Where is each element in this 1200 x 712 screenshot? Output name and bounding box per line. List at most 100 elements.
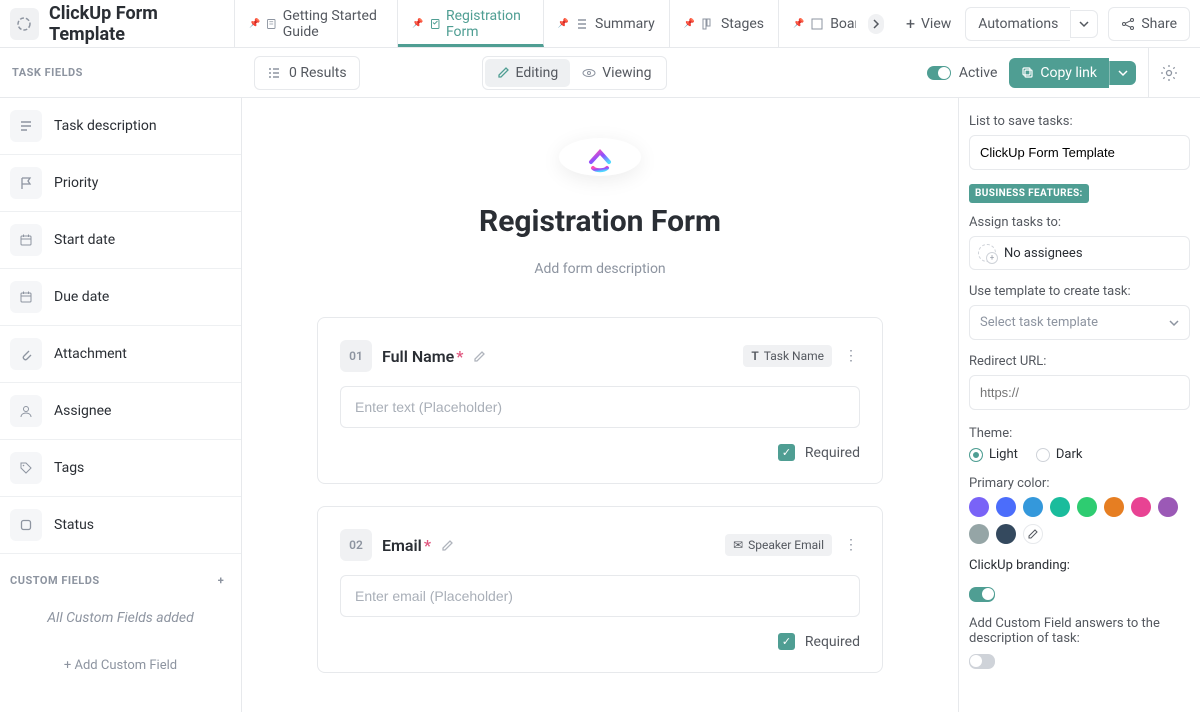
flag-icon (19, 176, 33, 190)
form-description[interactable]: Add form description (534, 261, 665, 277)
required-checkbox[interactable]: ✓ (778, 633, 795, 650)
automations-dropdown[interactable] (1070, 10, 1098, 38)
pencil-icon (473, 350, 486, 363)
list-icon (575, 17, 589, 31)
board-icon (701, 17, 715, 31)
field-due-date[interactable]: Due date (0, 269, 241, 326)
field-attachment[interactable]: Attachment (0, 326, 241, 383)
tab-registration-form[interactable]: 📌 Registration Form (398, 0, 544, 47)
calendar-icon (19, 290, 33, 304)
field-menu-button[interactable]: ⋮ (842, 537, 860, 553)
automations-button[interactable]: Automations (965, 7, 1070, 41)
plus-icon: + (906, 14, 915, 33)
field-number-badge: 01 (340, 340, 372, 372)
template-select[interactable]: Select task template (969, 305, 1190, 340)
theme-label: Theme: (969, 426, 1190, 441)
copy-icon (1021, 66, 1034, 79)
add-custom-field-button[interactable]: + Add Custom Field (0, 638, 241, 693)
field-label[interactable]: Full Name* (382, 347, 463, 366)
field-label[interactable]: Email* (382, 536, 431, 555)
task-fields-header: TASK FIELDS (12, 66, 242, 79)
field-placeholder-input[interactable] (340, 386, 860, 428)
primary-color-label: Primary color: (969, 476, 1190, 491)
tag-icon (19, 461, 33, 475)
form-title[interactable]: Registration Form (479, 204, 721, 239)
clickup-icon (16, 16, 32, 32)
color-swatch[interactable] (996, 497, 1016, 517)
color-swatch[interactable] (1077, 497, 1097, 517)
pencil-icon (441, 539, 454, 552)
pin-icon: 📌 (793, 19, 804, 29)
share-button[interactable]: Share (1108, 7, 1190, 41)
add-custom-field-plus[interactable]: + (211, 570, 231, 590)
form-field-card[interactable]: 01 Full Name* TTask Name ⋮ ✓ Required (317, 317, 883, 484)
paperclip-icon (19, 347, 33, 361)
gear-icon[interactable] (1160, 64, 1178, 82)
assignee-selector[interactable]: No assignees (969, 236, 1190, 270)
edit-label-button[interactable] (441, 539, 454, 552)
pin-icon: 📌 (558, 19, 569, 29)
active-toggle[interactable] (927, 66, 951, 80)
business-features-badge: BUSINESS FEATURES: (969, 184, 1089, 203)
field-assignee[interactable]: Assignee (0, 383, 241, 440)
active-label: Active (959, 65, 998, 81)
custom-fields-empty: All Custom Fields added (0, 598, 241, 638)
form-logo[interactable] (559, 138, 641, 176)
results-pill[interactable]: 0 Results (254, 56, 360, 90)
calendar-icon (19, 233, 33, 247)
theme-light-option[interactable]: Light (969, 447, 1018, 462)
doc-icon (266, 17, 277, 31)
field-placeholder-input[interactable] (340, 575, 860, 617)
editing-mode-button[interactable]: Editing (485, 59, 571, 87)
color-swatch[interactable] (969, 497, 989, 517)
eyedropper-icon (1027, 528, 1039, 540)
color-swatches (969, 497, 1190, 544)
chevron-right-icon (871, 19, 881, 29)
redirect-label: Redirect URL: (969, 354, 1190, 369)
redirect-url-input[interactable] (969, 375, 1190, 410)
field-menu-button[interactable]: ⋮ (842, 348, 860, 364)
tab-getting-started[interactable]: 📌 Getting Started Guide (234, 0, 398, 47)
color-swatch[interactable] (969, 524, 989, 544)
viewing-mode-button[interactable]: Viewing (570, 59, 663, 87)
list-icon (267, 66, 281, 80)
copy-link-dropdown[interactable] (1109, 61, 1136, 85)
cf-answers-toggle[interactable] (969, 654, 995, 669)
field-task-description[interactable]: Task description (0, 98, 241, 155)
tab-stages[interactable]: 📌 Stages (670, 0, 779, 47)
required-label: Required (805, 634, 860, 650)
color-swatch[interactable] (1131, 497, 1151, 517)
field-type-badge: ✉Speaker Email (725, 534, 832, 556)
color-swatch[interactable] (996, 524, 1016, 544)
copy-link-button[interactable]: Copy link (1009, 58, 1109, 88)
color-picker-button[interactable] (1023, 524, 1043, 544)
pin-icon: 📌 (249, 19, 260, 29)
color-swatch[interactable] (1050, 497, 1070, 517)
branding-toggle[interactable] (969, 587, 995, 602)
custom-fields-header: CUSTOM FIELDS (10, 574, 100, 587)
workspace-logo (10, 8, 39, 40)
pin-icon: 📌 (684, 19, 695, 29)
add-view-button[interactable]: + View (892, 14, 965, 33)
edit-label-button[interactable] (473, 350, 486, 363)
field-tags[interactable]: Tags (0, 440, 241, 497)
list-save-input[interactable] (969, 135, 1190, 170)
chevron-down-icon (1118, 68, 1128, 78)
tab-summary[interactable]: 📌 Summary (544, 0, 670, 47)
template-label: Use template to create task: (969, 284, 1190, 299)
field-type-badge: TTask Name (743, 345, 832, 367)
color-swatch[interactable] (1023, 497, 1043, 517)
field-status[interactable]: Status (0, 497, 241, 554)
color-swatch[interactable] (1158, 497, 1178, 517)
field-start-date[interactable]: Start date (0, 212, 241, 269)
tab-scroll-right[interactable] (868, 14, 884, 34)
form-field-card[interactable]: 02 Email* ✉Speaker Email ⋮ ✓ Required (317, 506, 883, 673)
color-swatch[interactable] (1104, 497, 1124, 517)
status-icon (19, 518, 33, 532)
chevron-down-icon (1169, 318, 1179, 328)
required-checkbox[interactable]: ✓ (778, 444, 795, 461)
text-icon (19, 119, 33, 133)
tab-board[interactable]: 📌 Board (779, 0, 860, 47)
field-priority[interactable]: Priority (0, 155, 241, 212)
theme-dark-option[interactable]: Dark (1036, 447, 1083, 462)
